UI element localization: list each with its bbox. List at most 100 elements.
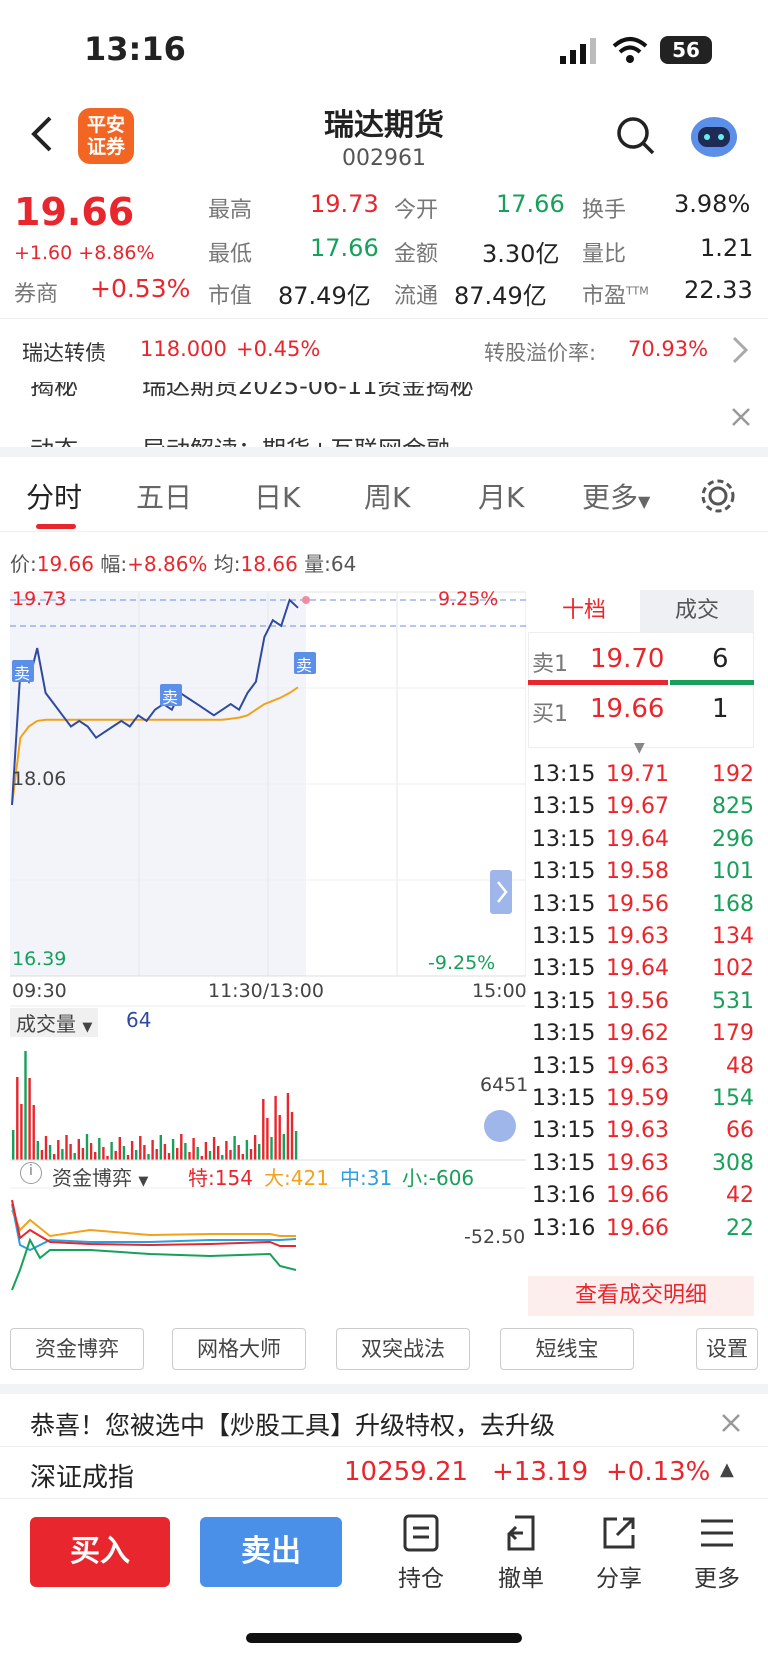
share-icon	[603, 1517, 635, 1549]
cancel-order-button[interactable]: 撤单	[486, 1513, 556, 1593]
ask-label: 卖1	[532, 652, 568, 677]
search-icon[interactable]	[616, 116, 656, 156]
volume-bar	[130, 1141, 134, 1160]
trade-row: 13:16 19.66 42	[532, 1183, 754, 1217]
index-name: 深证成指	[30, 1463, 135, 1493]
volume-bar	[94, 1152, 97, 1160]
trade-row: 13:15 19.56 168	[532, 892, 754, 926]
volume-bar	[253, 1135, 257, 1160]
hold-button[interactable]: 持仓	[386, 1513, 456, 1593]
trade-row: 13:15 19.56 531	[532, 989, 754, 1023]
promo-banner[interactable]: 恭喜！您被选中【炒股工具】升级特权，去升级	[0, 1384, 768, 1446]
volume-bar	[12, 1130, 15, 1160]
quote-panel: 19.66 +1.60 +8.86% 券商 +0.53% 最高 19.73 今开…	[0, 180, 768, 310]
tool-double-break[interactable]: 双突战法	[336, 1328, 470, 1370]
trade-row: 13:15 19.71 192	[532, 762, 754, 796]
fullscreen-icon	[484, 1110, 516, 1142]
trade-row: 13:15 19.59 154	[532, 1086, 754, 1120]
news-text-1: 瑞达期货2025-06-11资金揭秘	[142, 382, 474, 400]
settings-gear-icon[interactable]	[700, 478, 736, 514]
bid-label: 买1	[532, 702, 568, 727]
trade-row: 13:15 19.67 825	[532, 794, 754, 828]
share-button[interactable]: 分享	[584, 1513, 654, 1593]
buy-button[interactable]: 买入	[30, 1517, 170, 1587]
volume-bar	[237, 1145, 240, 1160]
more-menu-icon	[701, 1519, 733, 1547]
last-price: 19.66	[14, 190, 135, 234]
fund-small-line	[11, 1237, 297, 1291]
trade-time: 13:15	[532, 1150, 596, 1176]
trade-price: 19.66	[606, 1183, 669, 1209]
volume-bar	[36, 1141, 39, 1160]
chevron-right-icon	[732, 336, 749, 364]
tool-settings[interactable]: 设置	[696, 1328, 758, 1370]
sell-marker-label: 卖	[296, 656, 313, 675]
trade-time: 13:15	[532, 988, 596, 1014]
volume-bar	[81, 1148, 85, 1160]
volume-bar	[180, 1134, 183, 1160]
trade-volume: 42	[726, 1183, 754, 1209]
tab-daily-k[interactable]: 日K	[254, 476, 300, 516]
volume-bar	[69, 1144, 72, 1160]
volume-bar	[204, 1142, 208, 1160]
trade-time: 13:15	[532, 924, 596, 949]
robot-assistant-icon[interactable]	[688, 110, 740, 160]
sell-marker-label: 卖	[162, 688, 179, 707]
tab-trades[interactable]: 成交	[640, 590, 754, 632]
home-indicator	[246, 1633, 522, 1643]
trade-row: 13:15 19.58 101	[532, 859, 754, 893]
volume-bar	[192, 1138, 195, 1160]
trade-price: 19.67	[606, 794, 669, 820]
trade-time: 13:16	[532, 1215, 596, 1241]
x-axis-left: 09:30	[12, 980, 67, 1002]
volume-bar	[106, 1156, 109, 1160]
view-trade-detail-button[interactable]: 查看成交明细	[528, 1276, 754, 1316]
wifi-icon	[612, 37, 648, 63]
high-point-marker	[302, 596, 310, 604]
volume-max-label: 6451	[480, 1074, 529, 1096]
volume-bar	[57, 1140, 60, 1160]
tool-fund-game[interactable]: 资金博弈	[10, 1328, 144, 1370]
tab-5day[interactable]: 五日	[136, 476, 192, 516]
convertible-bond-row[interactable]: 瑞达转债 118.000 +0.45% 转股溢价率: 70.93%	[0, 318, 768, 382]
volume-bar	[16, 1077, 19, 1160]
trade-row: 13:15 19.63 48	[532, 1054, 754, 1088]
news-strip[interactable]: 揭秘 瑞达期货2025-06-11资金揭秘 动态 异动解读：期货+互联网金融	[0, 382, 768, 457]
fund-large-line	[11, 1209, 296, 1238]
close-icon[interactable]	[730, 406, 752, 428]
volume-bar	[274, 1096, 277, 1160]
index-ticker[interactable]: 深证成指 10259.21 +13.19 +0.13% ▲	[0, 1446, 768, 1498]
trade-volume: 102	[712, 956, 754, 982]
volume-indicator-select[interactable]: 成交量 ▼	[10, 1008, 99, 1037]
trade-row: 13:15 19.63 66	[532, 1118, 754, 1152]
trade-time: 13:15	[532, 891, 596, 917]
bid-price: 19.66	[590, 694, 665, 724]
volume-bar	[245, 1140, 249, 1160]
volume-bar	[266, 1118, 269, 1160]
tab-more[interactable]: 更多▼	[582, 476, 650, 516]
tab-monthly-k[interactable]: 月K	[478, 476, 524, 516]
volume-bar	[24, 1051, 27, 1160]
collapse-arrow-icon: ▼	[634, 740, 645, 756]
volume-bar	[61, 1149, 64, 1160]
trade-row: 13:15 19.63 308	[532, 1151, 754, 1185]
fund-indicator-select[interactable]: 资金博弈 ▼	[52, 1162, 148, 1191]
intraday-chart[interactable]: 19.73 9.25% 18.06 16.39 -9.25% 09:30 11:…	[9, 588, 529, 1320]
tab-intraday[interactable]: 分时	[26, 476, 82, 516]
trade-volume: 134	[712, 924, 754, 949]
trade-volume: 154	[712, 1086, 754, 1111]
tab-order-book[interactable]: 十档	[528, 590, 640, 632]
tab-weekly-k[interactable]: 周K	[364, 476, 410, 516]
trade-row: 13:15 19.62 179	[532, 1021, 754, 1055]
sell-button[interactable]: 卖出	[200, 1517, 342, 1587]
tool-short-line[interactable]: 短线宝	[500, 1328, 634, 1370]
tool-grid-master[interactable]: 网格大师	[172, 1328, 306, 1370]
more-button[interactable]: 更多	[682, 1513, 752, 1593]
trade-row: 13:15 19.64 296	[532, 827, 754, 861]
close-icon[interactable]	[720, 1412, 742, 1434]
volume-bar	[151, 1140, 154, 1160]
trade-time: 13:15	[532, 762, 596, 787]
volume-bar	[258, 1144, 261, 1160]
volume-bar	[282, 1134, 285, 1160]
low-value: 17.66	[310, 234, 379, 262]
